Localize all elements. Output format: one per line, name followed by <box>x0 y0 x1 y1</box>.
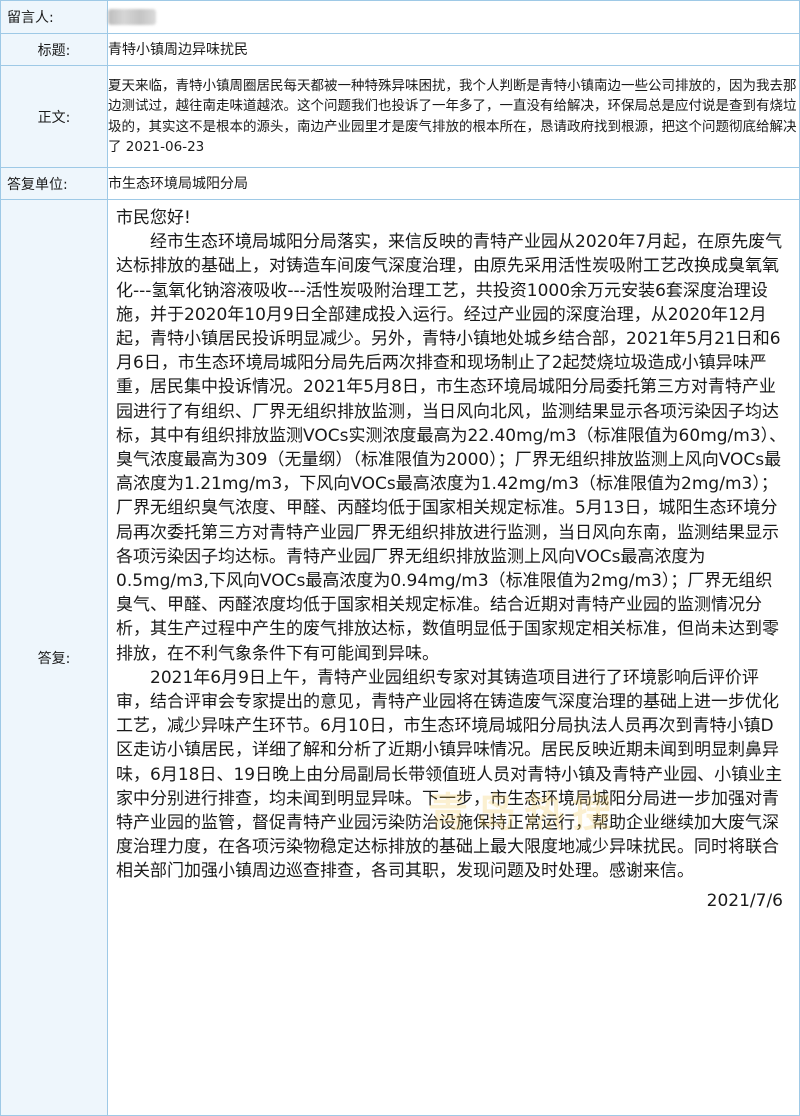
redacted-name <box>108 9 156 25</box>
title-label: 标题: <box>0 33 108 66</box>
title-value: 青特小镇周边异味扰民 <box>107 33 800 66</box>
reply-label: 答复: <box>0 199 108 1116</box>
content-value: 夏天来临，青特小镇周圈居民每天都被一种特殊异味困扰，我个人判断是青特小镇南边一些… <box>107 65 800 168</box>
row-content: 正文: 夏天来临，青特小镇周圈居民每天都被一种特殊异味困扰，我个人判断是青特小镇… <box>0 65 800 168</box>
reply-value: 市民您好! 经市生态环境局城阳分局落实，来信反映的青特产业园从2020年7月起，… <box>107 199 800 1116</box>
row-author: 留言人: <box>0 0 800 34</box>
reply-paragraph-2: 2021年6月9日上午，青特产业园组织专家对其铸造项目进行了环境影响后评价评审，… <box>116 667 783 882</box>
row-reply: 答复: 市民您好! 经市生态环境局城阳分局落实，来信反映的青特产业园从2020年… <box>0 199 800 1116</box>
row-unit: 答复单位: 市生态环境局城阳分局 <box>0 167 800 200</box>
content-label: 正文: <box>0 65 108 168</box>
reply-greeting: 市民您好! <box>116 208 191 228</box>
message-table: 留言人: 标题: 青特小镇周边异味扰民 正文: 夏天来临，青特小镇周圈居民每天都… <box>0 0 800 1116</box>
row-title: 标题: 青特小镇周边异味扰民 <box>0 33 800 66</box>
author-value <box>107 0 800 34</box>
unit-value: 市生态环境局城阳分局 <box>107 167 800 200</box>
author-label: 留言人: <box>0 0 108 34</box>
unit-label: 答复单位: <box>0 167 108 200</box>
reply-paragraph-1: 经市生态环境局城阳分局落实，来信反映的青特产业园从2020年7月起，在原先废气达… <box>116 232 787 664</box>
reply-date: 2021/7/6 <box>706 890 783 911</box>
